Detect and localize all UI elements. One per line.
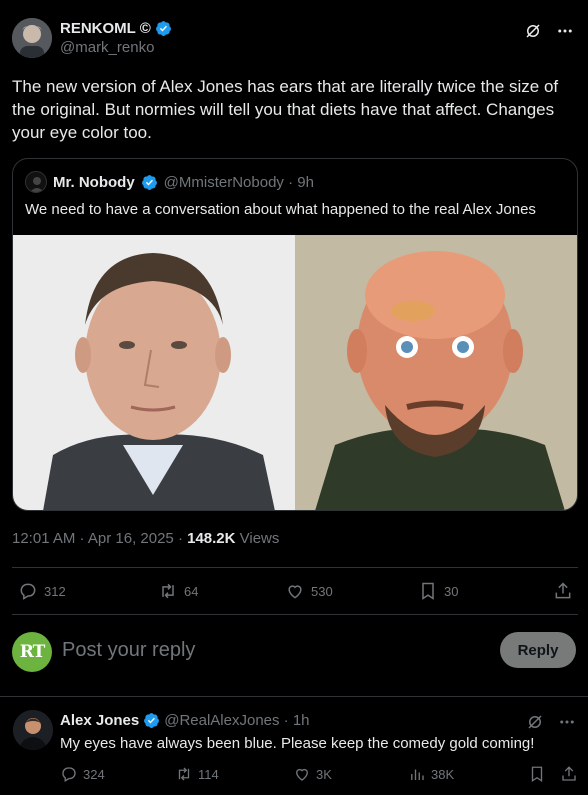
reply-icon [20,583,36,600]
reply-tweet[interactable]: Alex Jones @RealAlexJones · 1h My eyes h… [0,697,588,795]
author-display-name[interactable]: RENKOML © [60,20,151,37]
reply-composer: RT Post your reply Reply [12,628,578,676]
repost-button[interactable]: 64 [158,569,198,613]
reply-views-count: 38K [431,766,455,782]
quote-text: We need to have a conversation about wha… [25,201,536,218]
tweet-text: The new version of Alex Jones has ears t… [12,77,559,142]
heart-icon [288,585,302,599]
reply-share-button[interactable] [560,765,578,783]
like-count: 530 [311,583,333,599]
verified-badge-icon [155,21,171,36]
bookmark-count: 30 [444,583,459,599]
quote-image-right[interactable] [295,235,577,510]
reply-submit-button[interactable]: Reply [500,632,576,668]
reply-count: 312 [44,583,66,599]
more-options-icon[interactable] [558,713,576,731]
quote-image-left[interactable] [13,235,295,510]
grok-icon[interactable] [526,713,544,731]
share-icon [555,582,571,599]
share-icon [562,766,576,781]
current-user-avatar[interactable]: RT [12,632,52,672]
repost-icon [178,767,190,781]
author-avatar[interactable] [12,18,52,58]
reply-bookmark-button[interactable] [528,765,546,783]
repost-icon [162,583,174,599]
reply-reply-button[interactable]: 324 [60,765,105,783]
reply-input[interactable]: Post your reply [62,639,195,662]
divider [12,614,578,615]
reply-repost-button[interactable]: 114 [175,765,219,783]
bookmark-icon [531,766,543,783]
reply-reply-count: 324 [83,766,105,782]
repost-count: 64 [184,583,199,599]
reply-button[interactable]: 312 [18,569,66,613]
quote-author-name[interactable]: Mr. Nobody [53,174,135,191]
grok-icon[interactable] [524,22,542,40]
more-options-icon[interactable] [556,22,574,40]
views-count: 148.2K [187,530,236,547]
reply-engagement-bar: 324 114 3K 38K [60,765,576,785]
reply-views-button[interactable]: 38K [408,765,454,783]
heart-icon [296,768,308,781]
like-button[interactable]: 530 [285,569,333,613]
divider [12,567,578,568]
verified-badge-icon [144,713,160,728]
bookmark-button[interactable]: 30 [418,569,458,613]
quoted-tweet-card[interactable]: Mr. Nobody @MmisterNobody · 9h We need t… [12,158,578,511]
analytics-icon [411,769,424,780]
reply-icon [62,767,76,782]
engagement-bar: 312 64 530 30 [12,569,578,613]
verified-badge-icon [141,174,157,190]
reply-author-name[interactable]: Alex Jones [60,712,139,729]
views-label: Views [235,530,280,547]
reply-author-handle[interactable]: @RealAlexJones · 1h [164,712,309,729]
quote-author-handle[interactable]: @MmisterNobody · 9h [164,174,314,191]
reply-text: My eyes have always been blue. Please ke… [60,735,535,752]
author-handle[interactable]: @mark_renko [60,39,172,56]
timestamp[interactable]: 12:01 AM · Apr 16, 2025 · [12,530,187,547]
share-button[interactable] [553,569,573,613]
tweet-meta: 12:01 AM · Apr 16, 2025 · 148.2K Views [12,530,279,547]
tweet-header: RENKOML © @mark_renko [12,14,576,62]
reply-like-count: 3K [316,766,332,782]
bookmark-icon [422,582,434,600]
quote-author-avatar[interactable] [25,171,47,193]
reply-repost-count: 114 [198,766,219,782]
reply-author-avatar[interactable] [13,710,53,750]
reply-like-button[interactable]: 3K [293,765,332,783]
